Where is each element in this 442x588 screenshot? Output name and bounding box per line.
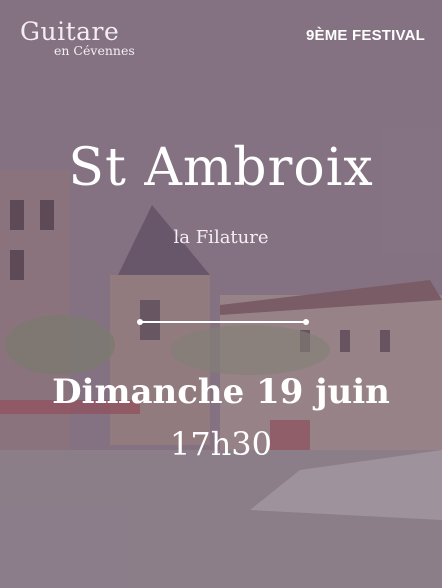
logo: Guitare en Cévennes <box>20 17 135 59</box>
logo-sub-text: en Cévennes <box>54 43 135 58</box>
logo-main-text: Guitare <box>20 17 120 46</box>
divider <box>137 319 309 325</box>
tint-overlay <box>0 0 442 588</box>
event-time: 17h30 <box>169 425 273 463</box>
event-title: St Ambroix <box>68 138 374 198</box>
background-photo <box>0 0 442 588</box>
festival-label: 9ÈME FESTIVAL <box>305 27 425 44</box>
event-date: Dimanche 19 juin <box>52 372 390 412</box>
event-venue: la Filature <box>173 227 269 248</box>
